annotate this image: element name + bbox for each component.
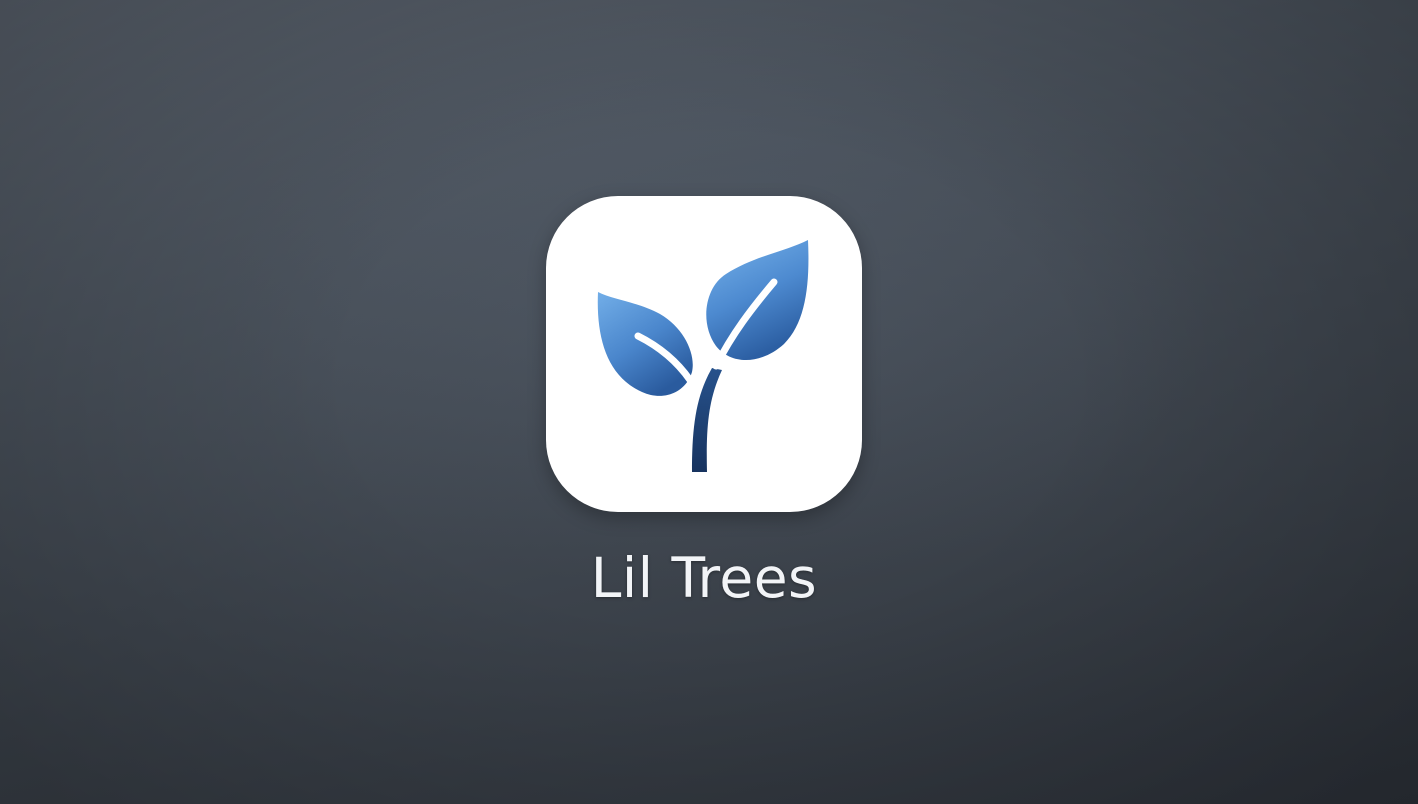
sprout-left-leaf — [597, 292, 693, 396]
sprout-icon — [597, 240, 809, 472]
lil-trees-app-icon[interactable] — [546, 196, 862, 512]
app-label[interactable]: Lil Trees — [509, 543, 899, 613]
home-screen-wallpaper: Lil Trees — [0, 0, 1418, 804]
sprout-stem — [692, 368, 722, 472]
